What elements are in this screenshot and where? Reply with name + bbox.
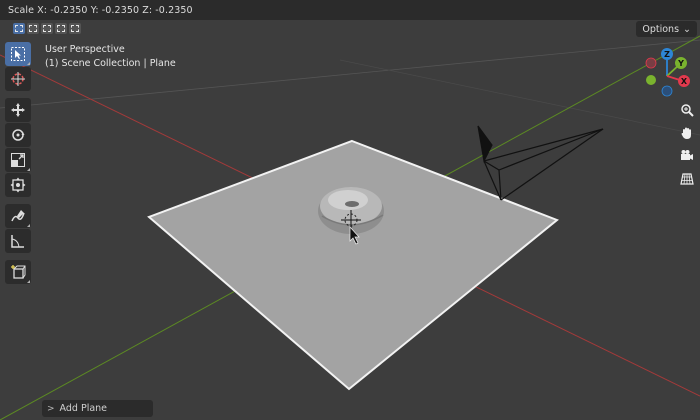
select-cursor-icon <box>11 47 25 61</box>
hand-pan-icon <box>681 127 691 139</box>
3d-viewport[interactable]: Options ⌄ User Perspective (1) Scene Col… <box>0 20 700 420</box>
rotate-icon <box>12 129 25 141</box>
annotate-pencil-icon <box>11 210 25 222</box>
viewport-info: User Perspective (1) Scene Collection | … <box>45 43 176 71</box>
scale-icon <box>11 153 25 167</box>
chevron-right-icon: > <box>47 403 55 414</box>
add-cube-tool-button[interactable] <box>5 260 31 284</box>
last-operator-label: Add Plane <box>59 403 108 414</box>
camera-icon <box>681 150 693 160</box>
gizmo-y-label: Y <box>677 59 684 68</box>
scene-canvas[interactable] <box>0 20 700 420</box>
gizmo-x-label: X <box>681 77 688 86</box>
chevron-down-icon: ⌄ <box>683 23 691 35</box>
viewport-navigation <box>677 100 697 189</box>
gizmo-neg-x <box>645 57 657 69</box>
perspective-label: User Perspective <box>45 44 125 55</box>
zoom-icon <box>681 104 694 117</box>
rotate-tool-button[interactable] <box>5 123 31 147</box>
zoom-button[interactable] <box>677 100 697 120</box>
header-bar: Scale X: -0.2350 Y: -0.2350 Z: -0.2350 <box>0 0 700 20</box>
pan-button[interactable] <box>677 123 697 143</box>
last-operator-panel[interactable]: > Add Plane <box>42 400 153 417</box>
select-mode-set-button[interactable] <box>13 23 25 34</box>
selection-mode-buttons <box>13 23 81 34</box>
cursor-tool-button[interactable] <box>5 67 31 91</box>
gizmo-neg-z <box>661 85 673 97</box>
navigation-gizmo[interactable]: Z Y X <box>640 45 700 105</box>
select-mode-subtract-button[interactable] <box>41 23 53 34</box>
tool-shelf <box>5 42 31 285</box>
3d-cursor-icon <box>11 72 25 86</box>
scale-readout: Scale X: -0.2350 Y: -0.2350 Z: -0.2350 <box>8 4 193 16</box>
move-tool-button[interactable] <box>5 98 31 122</box>
select-mode-intersect-button[interactable] <box>69 23 81 34</box>
gizmo-neg-y <box>646 75 656 85</box>
collection-label: (1) Scene Collection | Plane <box>45 58 176 69</box>
options-dropdown[interactable]: Options ⌄ <box>636 21 697 37</box>
select-mode-extend-button[interactable] <box>27 23 39 34</box>
camera-view-button[interactable] <box>677 146 697 166</box>
plane-object <box>147 139 559 391</box>
transform-icon <box>10 177 26 193</box>
add-cube-icon <box>11 265 26 279</box>
scale-tool-button[interactable] <box>5 148 31 172</box>
select-mode-invert-button[interactable] <box>55 23 67 34</box>
transform-tool-button[interactable] <box>5 173 31 197</box>
camera-object <box>477 125 604 201</box>
gizmo-z-label: Z <box>664 50 670 59</box>
options-label: Options <box>642 23 680 35</box>
annotate-tool-button[interactable] <box>5 204 31 228</box>
grid-ortho-icon <box>680 173 694 185</box>
ortho-toggle-button[interactable] <box>677 169 697 189</box>
move-arrows-icon <box>11 103 25 117</box>
measure-ruler-icon <box>11 235 24 248</box>
select-box-tool-button[interactable] <box>5 42 31 66</box>
measure-tool-button[interactable] <box>5 229 31 253</box>
